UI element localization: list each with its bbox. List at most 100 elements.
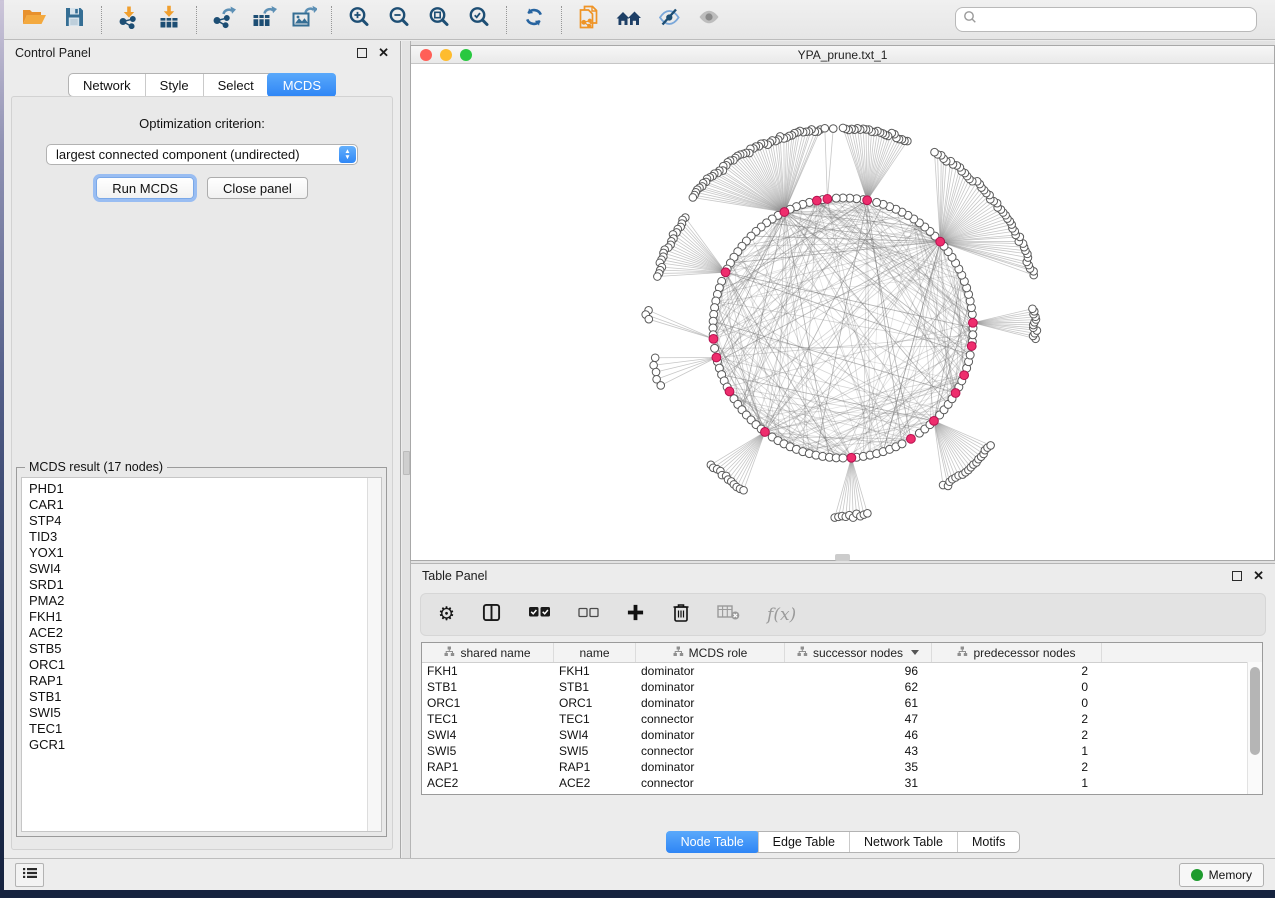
import-network-button[interactable] [109, 3, 149, 37]
hide-graphics-details-button[interactable] [649, 3, 689, 37]
mcds-hub-node[interactable] [847, 453, 856, 462]
column-header-predecessor-nodes[interactable]: predecessor nodes [932, 643, 1102, 662]
tab-network-table[interactable]: Network Table [849, 832, 957, 852]
table-scrollbar[interactable] [1247, 662, 1262, 794]
table-row[interactable]: TEC1TEC1connector472 [422, 711, 1262, 727]
maximize-window-icon[interactable] [460, 49, 472, 61]
mcds-hub-node[interactable] [967, 342, 976, 351]
zoom-in-button[interactable] [339, 3, 379, 37]
minimize-window-icon[interactable] [440, 49, 452, 61]
settings-gear-button[interactable]: ⚙ [438, 605, 455, 625]
mcds-hub-node[interactable] [960, 371, 969, 380]
satellite-node[interactable] [864, 509, 872, 517]
mcds-hub-node[interactable] [968, 318, 977, 327]
save-session-button[interactable] [54, 3, 94, 37]
open-file-button[interactable] [14, 3, 54, 37]
satellite-node[interactable] [651, 354, 659, 362]
export-image-button[interactable] [284, 3, 324, 37]
close-panel-icon[interactable]: ✕ [378, 48, 389, 58]
network-node[interactable] [711, 344, 719, 352]
close-window-icon[interactable] [420, 49, 432, 61]
horizontal-splitter-handle[interactable] [835, 554, 850, 561]
search-box[interactable] [955, 7, 1257, 32]
table-row[interactable]: RAP1RAP1dominator352 [422, 759, 1262, 775]
mcds-result-item[interactable]: PMA2 [29, 593, 381, 609]
float-table-panel-icon[interactable] [1232, 571, 1242, 581]
mcds-list-scrollbar[interactable] [367, 478, 381, 831]
refresh-button[interactable] [514, 3, 554, 37]
splitter-handle[interactable] [403, 451, 410, 475]
network-node[interactable] [839, 454, 847, 462]
satellite-node[interactable] [654, 273, 662, 281]
mcds-hub-node[interactable] [709, 334, 718, 343]
tab-node-table[interactable]: Node Table [666, 831, 759, 853]
mcds-result-item[interactable]: ACE2 [29, 625, 381, 641]
mcds-result-item[interactable]: STB1 [29, 689, 381, 705]
mcds-hub-node[interactable] [907, 434, 916, 443]
mcds-hub-node[interactable] [936, 237, 945, 246]
tab-select[interactable]: Select [203, 74, 268, 96]
column-header-mcds-role[interactable]: MCDS role [636, 643, 785, 662]
mcds-result-item[interactable]: GCR1 [29, 737, 381, 753]
satellite-node[interactable] [987, 442, 995, 450]
table-row[interactable]: SWI5SWI5connector431 [422, 743, 1262, 759]
column-panel-button[interactable] [482, 603, 501, 627]
show-panels-button[interactable] [15, 863, 44, 887]
satellite-node[interactable] [689, 194, 697, 202]
tab-mcds[interactable]: MCDS [267, 73, 336, 97]
satellite-node[interactable] [839, 124, 847, 132]
mcds-result-item[interactable]: RAP1 [29, 673, 381, 689]
delete-table-button[interactable] [717, 604, 740, 625]
column-header-successor-nodes[interactable]: successor nodes [785, 643, 932, 662]
tab-motifs[interactable]: Motifs [957, 832, 1019, 852]
network-node[interactable] [969, 331, 977, 339]
close-table-panel-icon[interactable]: ✕ [1253, 571, 1264, 581]
table-row[interactable]: ACE2ACE2connector311 [422, 775, 1262, 791]
mcds-result-item[interactable]: FKH1 [29, 609, 381, 625]
mcds-result-item[interactable]: PHD1 [29, 481, 381, 497]
mcds-hub-node[interactable] [712, 353, 721, 362]
mcds-hub-node[interactable] [863, 196, 872, 205]
mcds-result-item[interactable]: SWI4 [29, 561, 381, 577]
tab-style[interactable]: Style [145, 74, 203, 96]
mcds-hub-node[interactable] [951, 389, 960, 398]
mcds-result-item[interactable]: STB5 [29, 641, 381, 657]
mcds-result-item[interactable]: ORC1 [29, 657, 381, 673]
mcds-hub-node[interactable] [761, 428, 770, 437]
zoom-fit-button[interactable] [419, 3, 459, 37]
mcds-hub-node[interactable] [780, 208, 789, 217]
satellite-node[interactable] [1029, 305, 1037, 313]
memory-button[interactable]: Memory [1179, 863, 1264, 887]
satellite-node[interactable] [740, 486, 748, 494]
network-node[interactable] [966, 351, 974, 359]
table-row[interactable]: STB1STB1dominator620 [422, 679, 1262, 695]
mcds-result-item[interactable]: YOX1 [29, 545, 381, 561]
import-table-button[interactable] [149, 3, 189, 37]
mcds-hub-node[interactable] [812, 196, 821, 205]
mcds-result-item[interactable]: TID3 [29, 529, 381, 545]
search-input[interactable] [981, 12, 1249, 28]
network-node[interactable] [832, 194, 840, 202]
tab-network[interactable]: Network [69, 74, 145, 96]
network-document-button[interactable] [569, 3, 609, 37]
column-header-shared-name[interactable]: shared name [422, 643, 554, 662]
mcds-result-item[interactable]: TEC1 [29, 721, 381, 737]
table-row[interactable]: FKH1FKH1dominator962 [422, 663, 1262, 679]
mcds-hub-node[interactable] [721, 268, 730, 277]
network-node[interactable] [898, 440, 906, 448]
satellite-node[interactable] [931, 148, 939, 156]
deselect-all-rows-button[interactable] [578, 606, 599, 624]
mcds-result-item[interactable]: CAR1 [29, 497, 381, 513]
export-network-button[interactable] [204, 3, 244, 37]
show-graphics-details-button[interactable] [689, 3, 729, 37]
home-button[interactable] [609, 3, 649, 37]
select-all-rows-button[interactable] [528, 605, 551, 624]
close-panel-button[interactable]: Close panel [207, 177, 308, 199]
satellite-node[interactable] [821, 124, 829, 132]
network-canvas[interactable] [411, 63, 1275, 560]
mcds-hub-node[interactable] [930, 416, 939, 425]
zoom-selected-button[interactable] [459, 3, 499, 37]
float-panel-icon[interactable] [357, 48, 367, 58]
satellite-node[interactable] [829, 125, 837, 133]
column-header-name[interactable]: name [554, 643, 636, 662]
